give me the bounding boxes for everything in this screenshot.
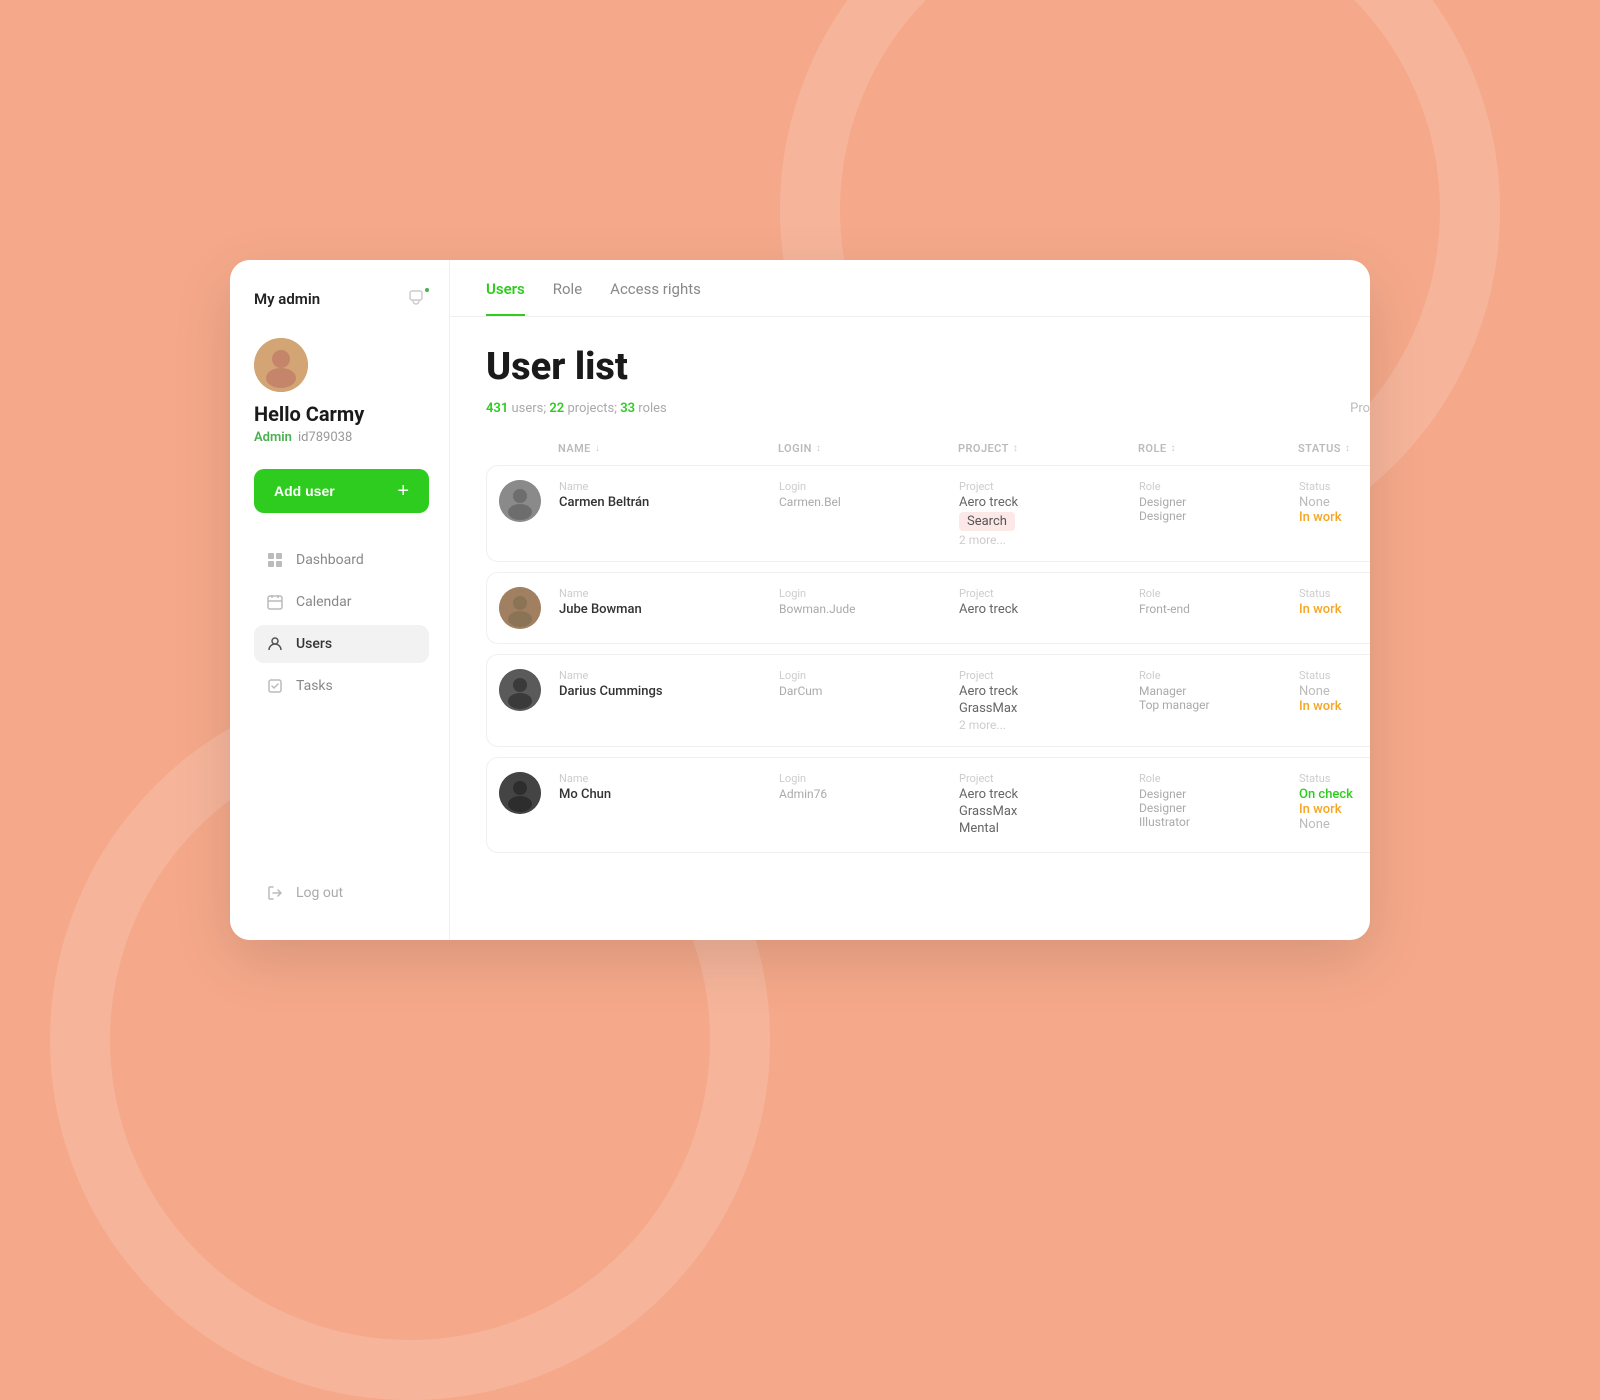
table-header: NAME ↓ LOGIN ↕ PROJECT ↕ ROLE ↕ STATUS ↕… xyxy=(486,436,1370,461)
filters: Project all ▾ Date added all time ▾ Role… xyxy=(1350,401,1370,416)
nav-items: Dashboard Calendar Users xyxy=(254,541,429,854)
table-row: Name Carmen Beltrán Login Carmen.Bel Pro… xyxy=(486,465,1370,562)
project-count: 22 xyxy=(549,401,564,416)
page-title: User list xyxy=(486,345,1370,389)
admin-badge: Admin xyxy=(254,430,292,445)
add-user-plus-icon: + xyxy=(397,481,409,501)
role-count: 33 xyxy=(620,401,635,416)
table-row: Name Darius Cummings Login DarCum Projec… xyxy=(486,654,1370,747)
avatar xyxy=(499,587,541,629)
notification-icon[interactable] xyxy=(407,288,429,310)
avatar xyxy=(499,480,541,522)
main-content: Users Role Access rights 🔍 Search User l… xyxy=(450,260,1370,940)
th-status[interactable]: STATUS ↕ xyxy=(1298,442,1370,455)
name-cell: Name Darius Cummings xyxy=(559,669,779,699)
logout-icon xyxy=(266,884,284,902)
table-row: Name Jube Bowman Login Bowman.Jude Proje… xyxy=(486,572,1370,644)
users-icon xyxy=(266,635,284,653)
role-cell: Role Front-end xyxy=(1139,587,1299,616)
sidebar-header: My admin xyxy=(254,288,429,310)
tab-access-rights[interactable]: Access rights xyxy=(610,280,701,316)
status-cell: Status None In work xyxy=(1299,480,1370,525)
avatar xyxy=(254,338,308,392)
login-cell: Login Carmen.Bel xyxy=(779,480,959,509)
sidebar-item-users[interactable]: Users xyxy=(254,625,429,663)
add-user-button[interactable]: Add user + xyxy=(254,469,429,513)
th-login[interactable]: LOGIN ↕ xyxy=(778,442,958,455)
status-cell: Status On check In work None xyxy=(1299,772,1370,832)
role-cell: Role Designer Designer xyxy=(1139,480,1299,523)
tab-users[interactable]: Users xyxy=(486,280,525,316)
login-cell: Login DarCum xyxy=(779,669,959,698)
add-user-label: Add user xyxy=(274,483,335,499)
top-nav: Users Role Access rights 🔍 Search xyxy=(450,260,1370,317)
hello-text: Hello Carmy xyxy=(254,402,364,426)
name-cell: Name Mo Chun xyxy=(559,772,779,802)
stats-text: 431 users; 22 projects; 33 roles xyxy=(486,401,667,416)
th-name[interactable]: NAME ↓ xyxy=(558,442,778,455)
role-cell: Role Manager Top manager xyxy=(1139,669,1299,712)
role-cell: Role Designer Designer Illustrator xyxy=(1139,772,1299,829)
sidebar-title: My admin xyxy=(254,290,320,308)
filter-project[interactable]: Project all ▾ xyxy=(1350,401,1370,416)
th-avatar xyxy=(498,442,558,455)
tab-bar: Users Role Access rights xyxy=(486,280,701,316)
user-meta: Admin id789038 xyxy=(254,430,352,445)
notif-dot xyxy=(423,286,431,294)
sidebar-item-calendar[interactable]: Calendar xyxy=(254,583,429,621)
th-project[interactable]: PROJECT ↕ xyxy=(958,442,1138,455)
users-label: Users xyxy=(296,636,332,652)
user-id: id789038 xyxy=(298,430,352,445)
logout-button[interactable]: Log out xyxy=(254,874,429,912)
project-cell: Project Aero treck GrassMax Mental xyxy=(959,772,1139,838)
status-cell: Status In work xyxy=(1299,587,1370,617)
avatar-section: Hello Carmy Admin id789038 xyxy=(254,338,429,445)
tasks-label: Tasks xyxy=(296,678,333,694)
status-cell: Status None In work xyxy=(1299,669,1370,714)
calendar-label: Calendar xyxy=(296,594,352,610)
calendar-icon xyxy=(266,593,284,611)
sidebar: My admin Hello Carmy Admin id789 xyxy=(230,260,450,940)
login-cell: Login Bowman.Jude xyxy=(779,587,959,616)
sidebar-item-tasks[interactable]: Tasks xyxy=(254,667,429,705)
tasks-icon xyxy=(266,677,284,695)
logout-label: Log out xyxy=(296,885,343,901)
app-container: My admin Hello Carmy Admin id789 xyxy=(230,260,1370,940)
user-count: 431 xyxy=(486,401,508,416)
project-cell: Project Aero treck xyxy=(959,587,1139,619)
table-row: Name Mo Chun Login Admin76 Project Aero … xyxy=(486,757,1370,853)
stats-bar: 431 users; 22 projects; 33 roles Project… xyxy=(486,401,1370,416)
dashboard-label: Dashboard xyxy=(296,552,364,568)
avatar xyxy=(499,669,541,711)
name-cell: Name Carmen Beltrán xyxy=(559,480,779,510)
project-cell: Project Aero treck Search 2 more... xyxy=(959,480,1139,547)
content-area: User list 431 users; 22 projects; 33 rol… xyxy=(450,317,1370,940)
dashboard-icon xyxy=(266,551,284,569)
name-cell: Name Jube Bowman xyxy=(559,587,779,617)
avatar xyxy=(499,772,541,814)
project-cell: Project Aero treck GrassMax 2 more... xyxy=(959,669,1139,732)
th-role[interactable]: ROLE ↕ xyxy=(1138,442,1298,455)
sidebar-item-dashboard[interactable]: Dashboard xyxy=(254,541,429,579)
tab-role[interactable]: Role xyxy=(553,280,582,316)
login-cell: Login Admin76 xyxy=(779,772,959,801)
